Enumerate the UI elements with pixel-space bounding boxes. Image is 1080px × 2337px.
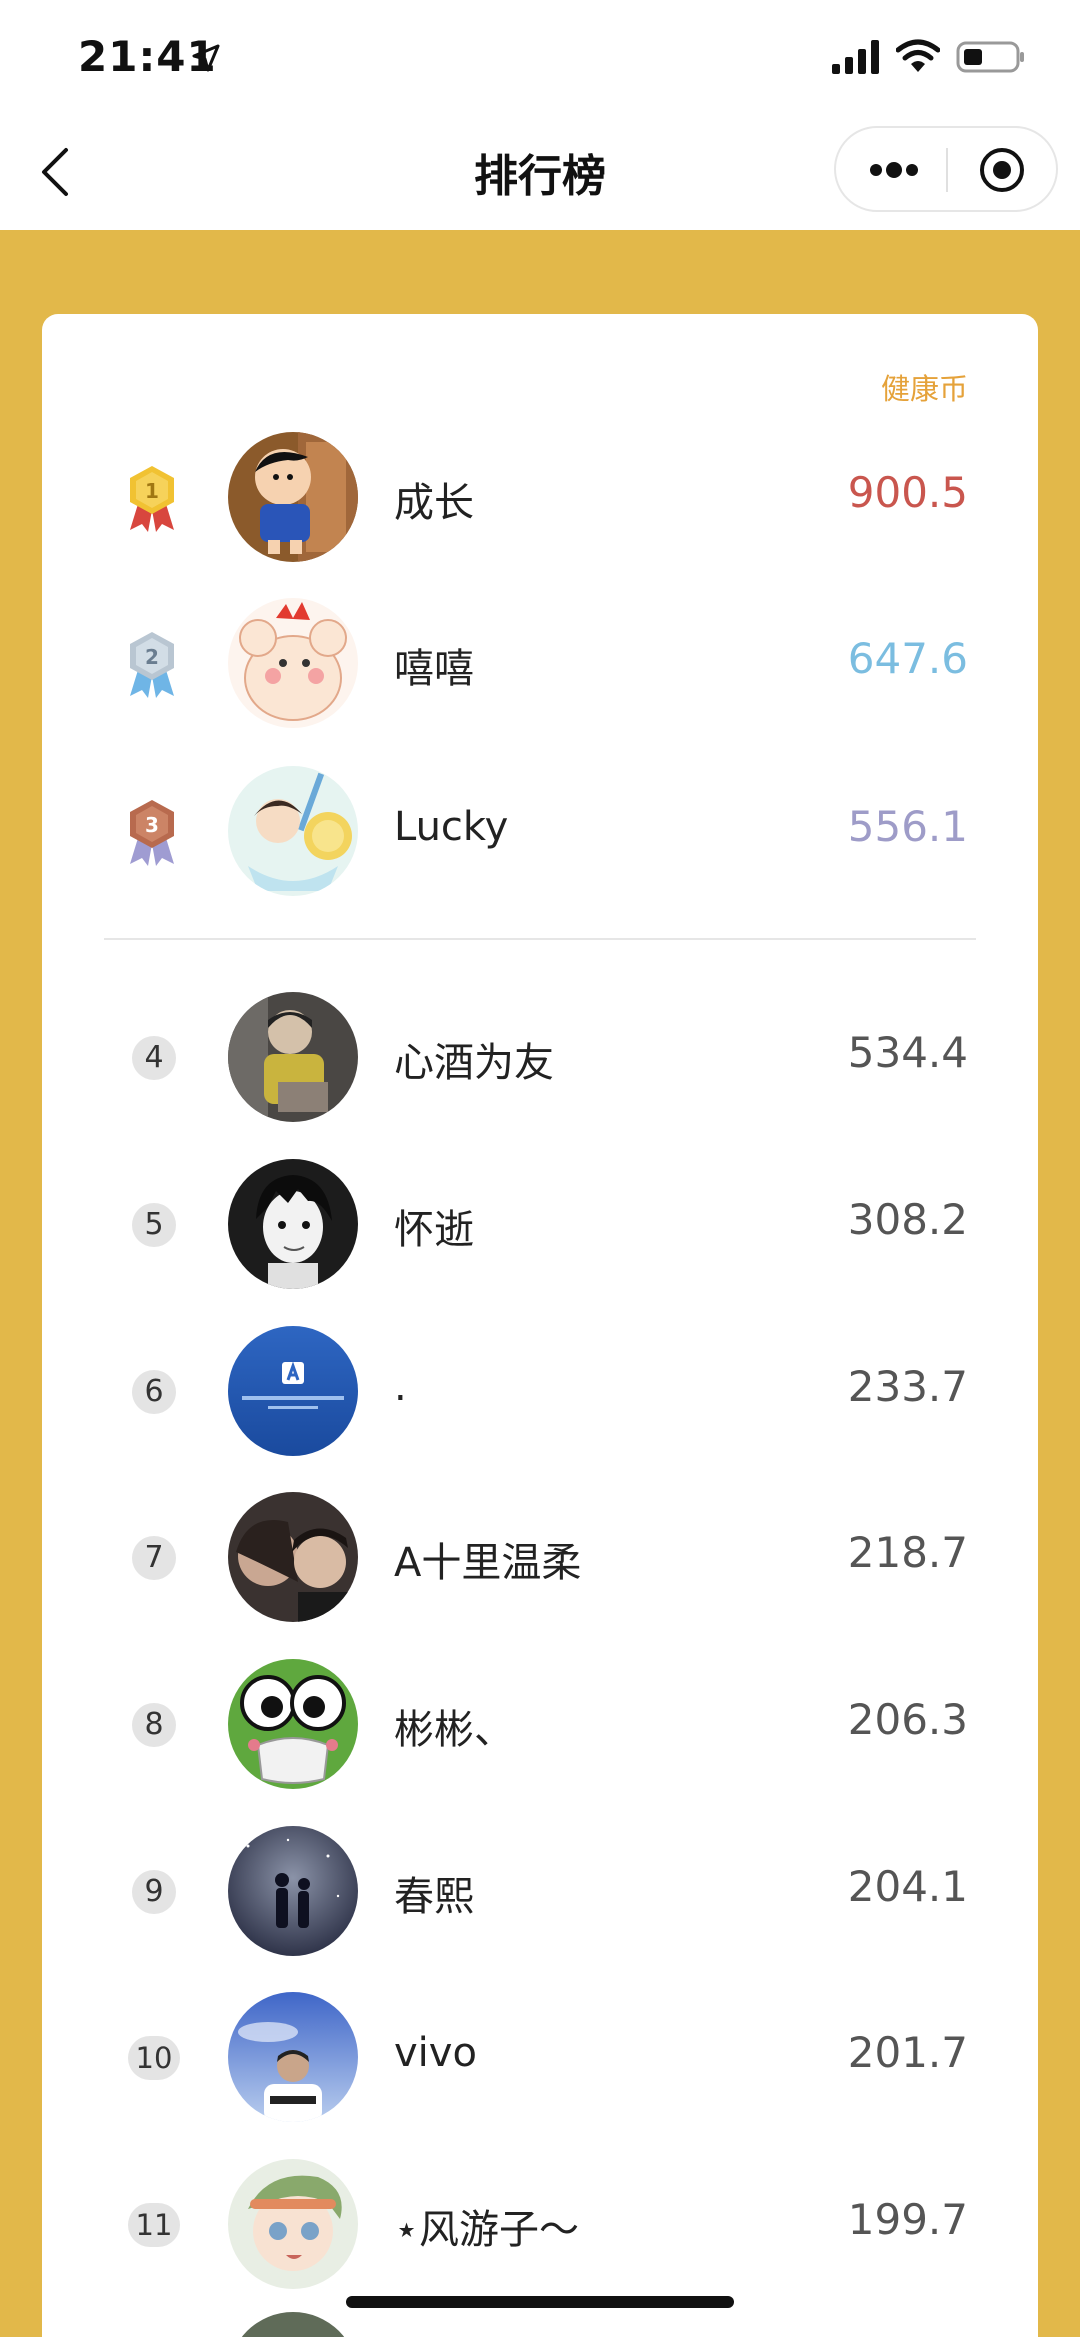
medal-number: 2 xyxy=(145,645,159,669)
avatar xyxy=(228,2159,358,2289)
user-name: 嘻嘻 xyxy=(394,646,474,692)
more-options-icon[interactable] xyxy=(864,152,924,188)
gold-medal-icon: 1 xyxy=(130,466,174,532)
leaderboard-row[interactable]: 3 Lucky 556.1 xyxy=(42,754,1038,904)
user-score: 204.1 xyxy=(847,1862,968,1911)
rank-number: 9 xyxy=(132,1870,176,1914)
close-target-icon[interactable] xyxy=(978,146,1026,194)
avatar xyxy=(228,1992,358,2122)
leaderboard-row[interactable]: 10 vivo 201.7 xyxy=(42,1980,1038,2130)
user-score: 206.3 xyxy=(847,1695,968,1744)
location-arrow-icon xyxy=(192,44,220,72)
user-score: 218.7 xyxy=(847,1528,968,1577)
leaderboard-row[interactable]: 7 A十里温柔 218.7 xyxy=(42,1480,1038,1630)
leaderboard-row[interactable]: 4 心酒为友 534.4 xyxy=(42,980,1038,1130)
user-name: ⋆风游子～ xyxy=(394,2207,580,2253)
avatar xyxy=(228,1326,358,1456)
user-score: 199.7 xyxy=(847,2195,968,2244)
user-name: vivo xyxy=(394,2030,477,2076)
silver-medal-icon: 2 xyxy=(130,632,174,698)
leaderboard-row[interactable]: 1 成长 900.5 xyxy=(42,420,1038,570)
user-name: Lucky xyxy=(394,804,509,850)
user-score: 900.5 xyxy=(847,468,968,517)
bronze-medal-icon: 3 xyxy=(130,800,174,866)
cellular-signal-icon xyxy=(832,40,879,74)
leaderboard-row[interactable]: 8 彬彬、 206.3 xyxy=(42,1647,1038,1797)
avatar xyxy=(228,1659,358,1789)
avatar xyxy=(228,1492,358,1622)
medal-number: 3 xyxy=(145,813,159,837)
user-score: 534.4 xyxy=(847,1028,968,1077)
leaderboard-card: 健康币 1 成长 900.5 2 嘻嘻 647.6 3 Lucky 556.1 … xyxy=(42,314,1038,2337)
column-header-coins: 健康币 xyxy=(880,372,968,406)
user-score: 647.6 xyxy=(847,634,968,683)
user-name: A十里温柔 xyxy=(394,1540,582,1586)
user-name: . xyxy=(394,1364,407,1410)
leaderboard-row[interactable]: 9 春熙 204.1 xyxy=(42,1814,1038,1964)
avatar xyxy=(228,1826,358,1956)
leaderboard-row[interactable]: 5 怀逝 308.2 xyxy=(42,1147,1038,1297)
avatar xyxy=(228,766,358,896)
rank-number: 7 xyxy=(132,1536,176,1580)
leaderboard-row[interactable]: 2 嘻嘻 647.6 xyxy=(42,586,1038,736)
section-divider xyxy=(104,938,976,940)
user-name: 彬彬、 xyxy=(394,1707,514,1753)
wifi-icon xyxy=(896,39,940,72)
leaderboard-row[interactable]: 6 . 233.7 xyxy=(42,1314,1038,1464)
battery-icon xyxy=(956,41,1024,73)
user-name: 春熙 xyxy=(394,1874,474,1920)
avatar xyxy=(228,1159,358,1289)
user-score: 201.7 xyxy=(847,2028,968,2077)
rank-number: 4 xyxy=(132,1036,176,1080)
avatar xyxy=(228,598,358,728)
user-score: 233.7 xyxy=(847,1362,968,1411)
avatar xyxy=(228,992,358,1122)
capsule-divider xyxy=(946,148,948,192)
mini-program-capsule xyxy=(834,126,1058,212)
user-name: 成长 xyxy=(394,480,474,526)
rank-number: 5 xyxy=(132,1203,176,1247)
avatar xyxy=(228,432,358,562)
status-bar: 21:41 xyxy=(0,0,1080,110)
rank-number: 6 xyxy=(132,1370,176,1414)
user-score: 556.1 xyxy=(847,802,968,851)
rank-number: 8 xyxy=(132,1703,176,1747)
user-score: 308.2 xyxy=(847,1195,968,1244)
medal-number: 1 xyxy=(145,479,159,503)
home-indicator[interactable] xyxy=(346,2296,734,2308)
user-name: 心酒为友 xyxy=(394,1040,554,1086)
nav-bar: 排行榜 xyxy=(0,110,1080,230)
user-name: 怀逝 xyxy=(394,1207,474,1253)
avatar xyxy=(228,2312,358,2337)
rank-number: 10 xyxy=(128,2036,180,2080)
leaderboard-row[interactable]: 11 ⋆风游子～ 199.7 xyxy=(42,2147,1038,2297)
rank-number: 11 xyxy=(128,2203,180,2247)
